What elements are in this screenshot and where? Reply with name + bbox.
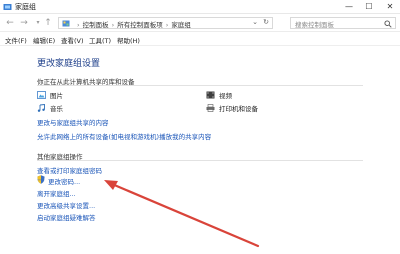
pictures-icon bbox=[37, 91, 46, 99]
change-password-link[interactable]: 更改密码... bbox=[48, 176, 80, 186]
search-icon[interactable] bbox=[384, 20, 392, 28]
control-panel-icon bbox=[62, 20, 70, 27]
maximize-button[interactable]: ☐ bbox=[360, 0, 378, 13]
videos-icon bbox=[206, 91, 215, 99]
back-button[interactable]: ← bbox=[4, 17, 16, 29]
breadcrumb-all-items[interactable]: 所有控制面板项 bbox=[117, 21, 163, 29]
search-input[interactable]: 搜索控制面板 bbox=[290, 17, 396, 29]
menu-tools[interactable]: 工具(T) bbox=[89, 35, 111, 45]
library-item-printers: 打印机和设备 bbox=[206, 103, 258, 113]
close-button[interactable]: ✕ bbox=[381, 0, 399, 13]
advanced-sharing-settings-link[interactable]: 更改高级共享设置... bbox=[37, 200, 95, 210]
library-item-music: 音乐 bbox=[37, 103, 63, 113]
window-title: 家庭组 bbox=[15, 3, 36, 11]
library-label-videos: 视频 bbox=[219, 92, 232, 100]
library-item-pictures: 图片 bbox=[37, 90, 63, 100]
main-content: 更改家庭组设置 你正在从此计算机共享的库和设备 图片 视频 音乐 打印机和设备 … bbox=[0, 46, 400, 254]
library-item-videos: 视频 bbox=[206, 90, 232, 100]
page-title: 更改家庭组设置 bbox=[37, 59, 101, 69]
address-bar[interactable]: › 控制面板 › 所有控制面板项 › 家庭组 ⌄ ↻ bbox=[58, 17, 273, 29]
section-divider bbox=[37, 160, 363, 161]
view-print-password-link[interactable]: 查看或打印家庭组密码 bbox=[37, 165, 102, 175]
library-label-printers: 打印机和设备 bbox=[219, 105, 258, 113]
search-placeholder: 搜索控制面板 bbox=[295, 21, 334, 29]
menu-edit[interactable]: 编辑(E) bbox=[33, 35, 55, 45]
leave-homegroup-link[interactable]: 离开家庭组... bbox=[37, 188, 76, 198]
breadcrumb-control-panel[interactable]: 控制面板 bbox=[83, 21, 109, 29]
menu-file[interactable]: 文件(F) bbox=[5, 35, 27, 45]
forward-button[interactable]: → bbox=[18, 17, 30, 29]
menu-bar: 文件(F) 编辑(E) 查看(V) 工具(T) 帮助(H) bbox=[0, 32, 400, 46]
menu-view[interactable]: 查看(V) bbox=[61, 35, 84, 45]
chevron-down-icon[interactable]: ⌄ bbox=[252, 18, 258, 26]
allow-devices-stream-link[interactable]: 允许此网络上的所有设备(如电视和游戏机)播放我的共享内容 bbox=[37, 131, 211, 141]
library-label-music: 音乐 bbox=[50, 105, 63, 113]
refresh-icon[interactable]: ↻ bbox=[263, 18, 269, 26]
printer-icon bbox=[206, 104, 215, 112]
library-label-pictures: 图片 bbox=[50, 92, 63, 100]
menu-help[interactable]: 帮助(H) bbox=[117, 35, 140, 45]
title-bar: 家庭组 — ☐ ✕ bbox=[0, 0, 400, 14]
music-icon bbox=[37, 104, 45, 112]
shield-icon bbox=[37, 175, 45, 184]
minimize-button[interactable]: — bbox=[340, 0, 358, 13]
navigation-bar: ← → ▾ ↑ › 控制面板 › 所有控制面板项 › 家庭组 ⌄ ↻ 搜索控制面板 bbox=[0, 14, 400, 32]
up-button[interactable]: ↑ bbox=[42, 17, 54, 29]
homegroup-icon bbox=[3, 4, 12, 10]
breadcrumb: › 控制面板 › 所有控制面板项 › 家庭组 bbox=[77, 21, 191, 29]
breadcrumb-homegroup[interactable]: 家庭组 bbox=[171, 21, 191, 29]
homegroup-troubleshooter-link[interactable]: 启动家庭组疑难解答 bbox=[37, 212, 96, 222]
change-shared-content-link[interactable]: 更改与家庭组共享的内容 bbox=[37, 117, 109, 127]
section-divider bbox=[37, 85, 363, 86]
